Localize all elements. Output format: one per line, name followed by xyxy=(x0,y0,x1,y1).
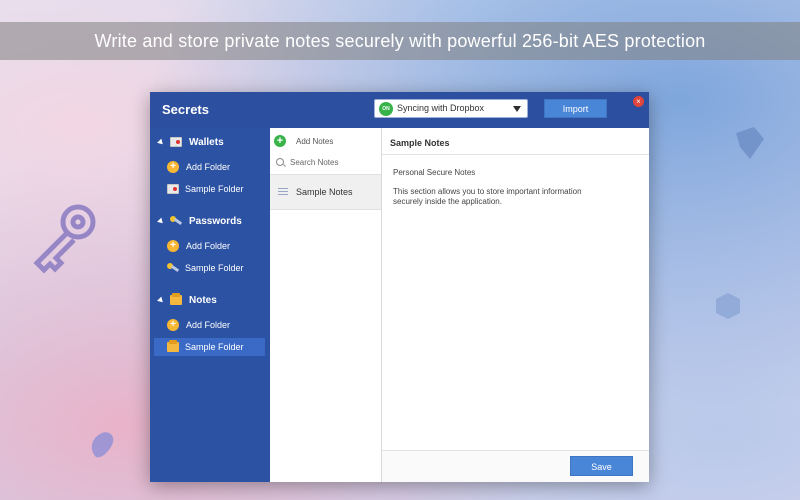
sync-status-icon: ON xyxy=(379,102,393,116)
save-button[interactable]: Save xyxy=(570,456,633,476)
app-title: Secrets xyxy=(162,102,209,117)
section-label: Wallets xyxy=(189,136,224,148)
add-notes-label: Add Notes xyxy=(296,136,334,146)
sidebar-item-sample-folder[interactable]: Sample Folder xyxy=(154,259,265,277)
search-notes-input[interactable]: Search Notes xyxy=(276,155,338,169)
note-list-item[interactable]: Sample Notes xyxy=(270,174,381,210)
sidebar-item-add-folder[interactable]: + Add Folder xyxy=(154,316,265,334)
notes-list-panel: + Add Notes Search Notes Sample Notes xyxy=(270,128,382,482)
sidebar-item-label: Add Folder xyxy=(186,320,231,330)
add-icon: + xyxy=(274,135,286,147)
import-button[interactable]: Import xyxy=(544,99,607,118)
add-folder-icon: + xyxy=(167,161,179,173)
promo-banner: Write and store private notes securely w… xyxy=(0,22,800,60)
notes-folder-icon xyxy=(167,340,179,352)
sidebar-section-wallets[interactable]: Wallets xyxy=(157,134,224,150)
title-bar: Secrets ON Syncing with Dropbox Import × xyxy=(150,92,649,128)
sidebar-section-passwords[interactable]: Passwords xyxy=(157,213,242,229)
section-label: Passwords xyxy=(189,215,242,227)
sidebar-item-label: Add Folder xyxy=(186,162,231,172)
collapse-triangle-icon[interactable] xyxy=(157,138,165,146)
add-notes-button[interactable]: + Add Notes xyxy=(274,134,333,148)
sidebar-item-sample-folder[interactable]: Sample Folder xyxy=(154,180,265,198)
wallet-icon xyxy=(170,137,182,147)
note-body-text[interactable]: This section allows you to store importa… xyxy=(393,187,608,207)
close-icon[interactable]: × xyxy=(633,96,644,107)
divider xyxy=(382,154,649,155)
key-icon xyxy=(170,216,182,226)
key-decoration-icon xyxy=(33,204,96,274)
shield-decoration-icon xyxy=(736,127,764,159)
sidebar: Wallets + Add Folder Sample Folder Passw… xyxy=(150,128,270,482)
sidebar-item-sample-folder[interactable]: Sample Folder xyxy=(154,338,265,356)
section-label: Notes xyxy=(189,294,217,306)
sidebar-item-add-folder[interactable]: + Add Folder xyxy=(154,158,265,176)
note-item-label: Sample Notes xyxy=(296,187,353,197)
search-placeholder: Search Notes xyxy=(290,157,339,167)
collapse-triangle-icon[interactable] xyxy=(157,296,165,304)
sync-dropdown[interactable]: ON Syncing with Dropbox xyxy=(374,99,528,118)
add-folder-icon: + xyxy=(167,240,179,252)
sidebar-item-label: Sample Folder xyxy=(185,342,244,352)
note-list-icon xyxy=(278,188,288,196)
note-subtitle[interactable]: Personal Secure Notes xyxy=(393,168,475,177)
collapse-triangle-icon[interactable] xyxy=(157,217,165,225)
add-folder-icon: + xyxy=(167,319,179,331)
sidebar-section-notes[interactable]: Notes xyxy=(157,292,217,308)
sidebar-item-label: Sample Folder xyxy=(185,263,244,273)
note-title: Sample Notes xyxy=(390,138,450,148)
key-folder-icon xyxy=(167,263,179,273)
search-icon xyxy=(276,158,284,166)
wallet-folder-icon xyxy=(167,184,179,194)
drop-decoration-icon xyxy=(91,432,114,458)
secrets-window: Secrets ON Syncing with Dropbox Import ×… xyxy=(150,92,649,482)
chevron-down-icon xyxy=(513,106,521,112)
sync-label: Syncing with Dropbox xyxy=(397,103,485,113)
notes-icon xyxy=(170,293,182,305)
sidebar-item-add-folder[interactable]: + Add Folder xyxy=(154,237,265,255)
note-detail-panel: Sample Notes Personal Secure Notes This … xyxy=(382,128,649,482)
box-decoration-icon xyxy=(716,293,740,319)
sidebar-item-label: Sample Folder xyxy=(185,184,244,194)
sidebar-item-label: Add Folder xyxy=(186,241,231,251)
